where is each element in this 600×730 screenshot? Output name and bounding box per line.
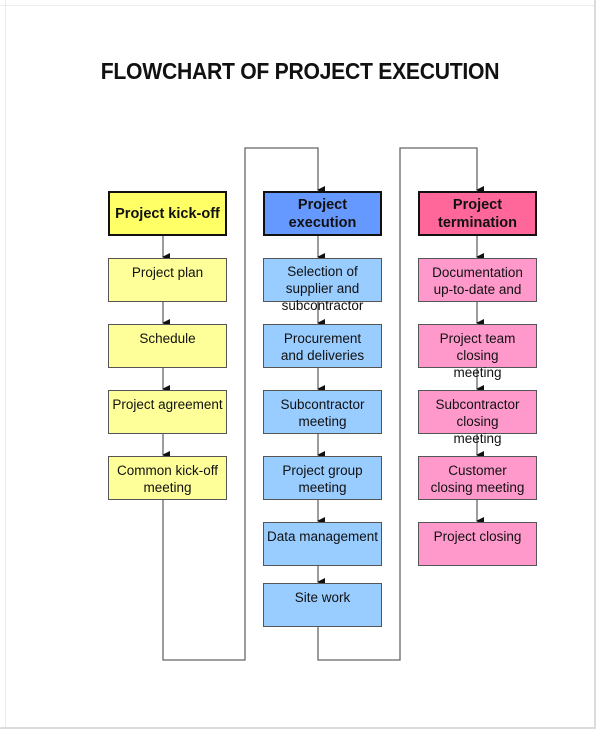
step-label: Common kick-off meeting [116,463,219,495]
step-label: Selection of supplier and subcontractor [281,264,364,313]
header-label: Project execution [288,196,357,231]
step-project-closing: Project closing [418,522,537,566]
step-project-team-closing: Project team closing meeting [418,324,537,380]
step-customer-closing: Customer closing meeting [418,456,537,500]
header-project-termination: Project termination [418,191,537,236]
step-site-work: Site work [263,583,382,627]
step-procurement: Procurement and deliveries [263,324,382,368]
step-common-kickoff-meeting: Common kick-off meeting [108,456,227,500]
step-label: Data management [266,529,379,544]
step-project-agreement: Project agreement [108,390,227,434]
header-label: Project termination [438,196,517,231]
step-label: Project agreement [112,397,223,412]
step-schedule: Schedule [108,324,227,368]
step-label: Project closing [433,529,522,544]
header-project-execution: Project execution [263,191,382,236]
step-selection-of-supplier: Selection of supplier and subcontractor [263,258,382,313]
step-label: Subcontractor meeting [280,397,365,429]
step-documentation: Documentation up-to-date and [418,258,537,302]
step-project-group-meeting: Project group meeting [263,456,382,500]
step-label: Procurement and deliveries [280,331,365,363]
step-subcontractor-meeting: Subcontractor meeting [263,390,382,434]
step-label: Project group meeting [282,463,363,495]
step-project-plan: Project plan [108,258,227,302]
step-label: Project team closing meeting [439,331,516,380]
step-label: Schedule [139,331,196,346]
header-label: Project kick-off [115,205,220,222]
step-subcontractor-closing: Subcontractor closing meeting [418,390,537,446]
step-label: Site work [294,590,351,605]
header-project-kickoff: Project kick-off [108,191,227,236]
step-label: Documentation up-to-date and [432,265,523,297]
step-data-management: Data management [263,522,382,566]
step-label: Subcontractor closing meeting [435,397,520,446]
step-label: Project plan [131,265,204,280]
step-label: Customer closing meeting [430,463,525,495]
